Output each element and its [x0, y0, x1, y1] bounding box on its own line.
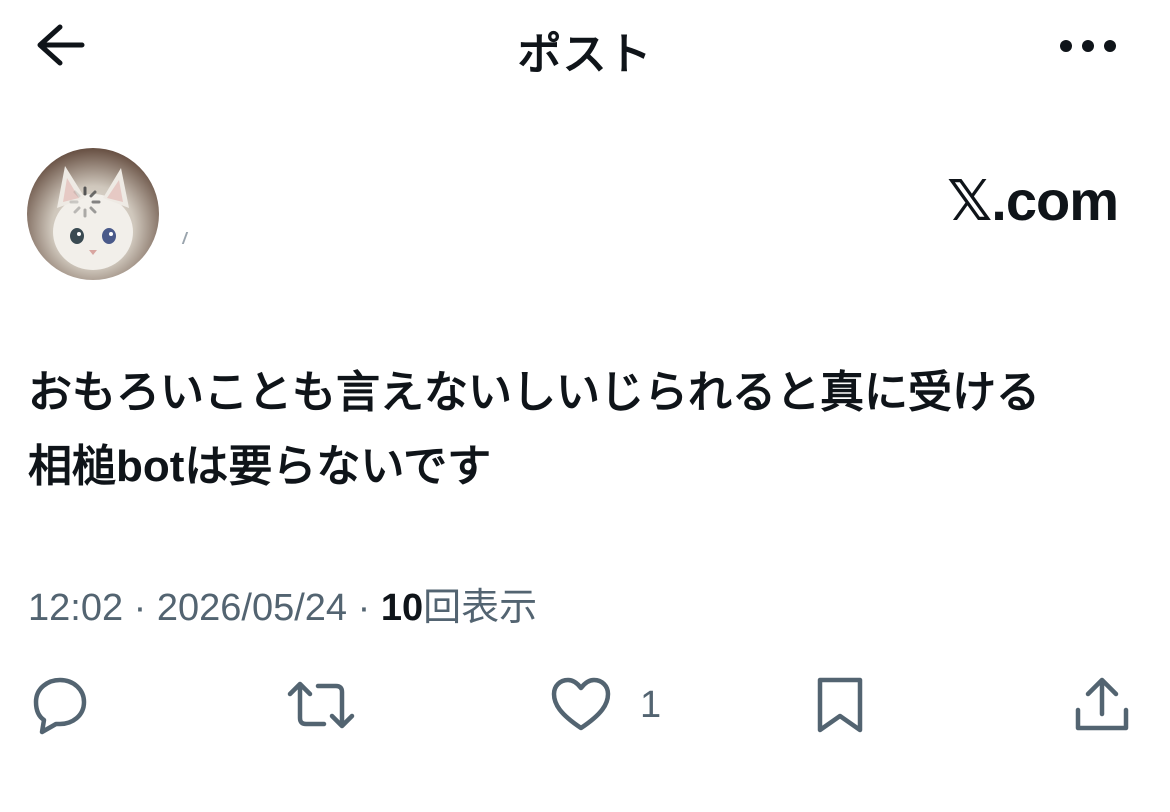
more-horizontal-icon — [1060, 40, 1116, 52]
share-icon — [1075, 677, 1129, 731]
avatar[interactable] — [27, 148, 159, 280]
views-label: 回表示 — [423, 587, 538, 629]
top-bar: ポスト — [0, 0, 1170, 90]
post-text: おもろいことも言えないしいじられると真に受ける 相槌botは要らないです — [28, 356, 1143, 504]
post-meta: 12:02 · 2026/05/24 · 10回表示 — [28, 576, 537, 631]
author-name-fragment — [181, 232, 197, 244]
share-button[interactable] — [1072, 665, 1132, 745]
views-count: 10 — [380, 587, 424, 629]
bookmark-icon — [817, 677, 863, 733]
post-detail-page: ポスト 𝕏.com おもろいことも言えないしいじられると真に受ける 相槌botは… — [0, 0, 1170, 812]
page-title: ポスト — [517, 30, 653, 79]
post-date[interactable]: 2026/05/24 — [157, 587, 347, 629]
like-button[interactable]: 1 — [550, 665, 661, 745]
repost-button[interactable] — [286, 665, 356, 745]
cat-avatar — [53, 166, 133, 270]
meta-separator: · — [123, 587, 157, 629]
post-text-line-1: おもろいことも言えないしいじられると真に受ける — [28, 368, 1040, 417]
like-count: 1 — [640, 683, 662, 726]
post-time[interactable]: 12:02 — [28, 587, 123, 629]
meta-separator: · — [347, 587, 381, 629]
more-options-button[interactable] — [1056, 28, 1120, 64]
post-text-line-2: 相槌botは要らないです — [28, 442, 492, 491]
reply-button[interactable] — [28, 665, 90, 745]
reply-bubble-icon — [33, 677, 87, 735]
heart-icon — [551, 677, 611, 731]
repost-icon — [287, 681, 355, 729]
brand-watermark: 𝕏.com — [947, 169, 1119, 232]
action-bar: 1 — [0, 665, 1170, 745]
bookmark-button[interactable] — [812, 665, 868, 745]
